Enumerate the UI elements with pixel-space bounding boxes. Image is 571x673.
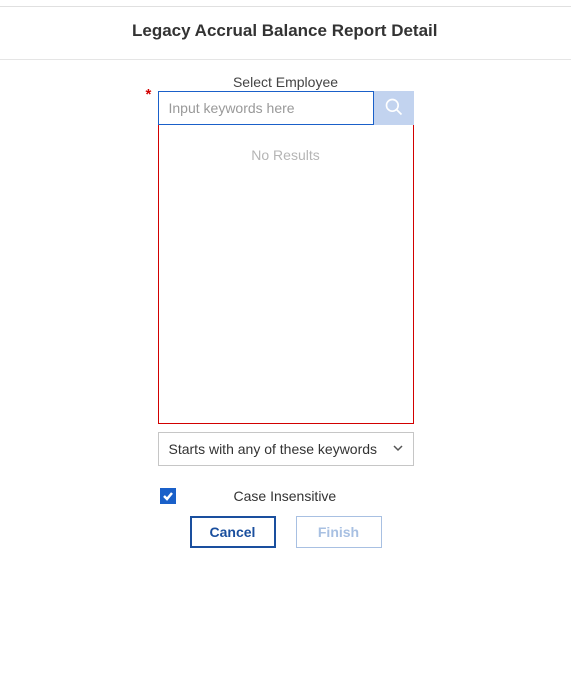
no-results-text: No Results — [159, 147, 413, 163]
case-insensitive-checkbox[interactable] — [160, 488, 176, 504]
page-header: Legacy Accrual Balance Report Detail — [0, 7, 571, 60]
employee-field-group: * Select Employee No Results — [158, 74, 414, 424]
search-row — [158, 91, 414, 125]
cancel-button[interactable]: Cancel — [190, 516, 276, 548]
search-button[interactable] — [374, 91, 414, 125]
action-buttons: Cancel Finish — [190, 516, 382, 548]
form-area: * Select Employee No Results Starts with… — [0, 60, 571, 548]
employee-field-label: Select Employee — [158, 74, 414, 90]
case-insensitive-row: Case Insensitive — [158, 488, 414, 504]
search-icon — [384, 97, 404, 120]
required-indicator: * — [146, 86, 152, 103]
keyword-filter-wrap: Starts with any of these keywords — [158, 432, 414, 466]
finish-button[interactable]: Finish — [296, 516, 382, 548]
results-list: No Results — [158, 124, 414, 424]
keyword-filter-select[interactable]: Starts with any of these keywords — [158, 432, 414, 466]
employee-search-input[interactable] — [158, 91, 374, 125]
case-insensitive-label: Case Insensitive — [234, 488, 337, 504]
page-title: Legacy Accrual Balance Report Detail — [0, 21, 571, 41]
